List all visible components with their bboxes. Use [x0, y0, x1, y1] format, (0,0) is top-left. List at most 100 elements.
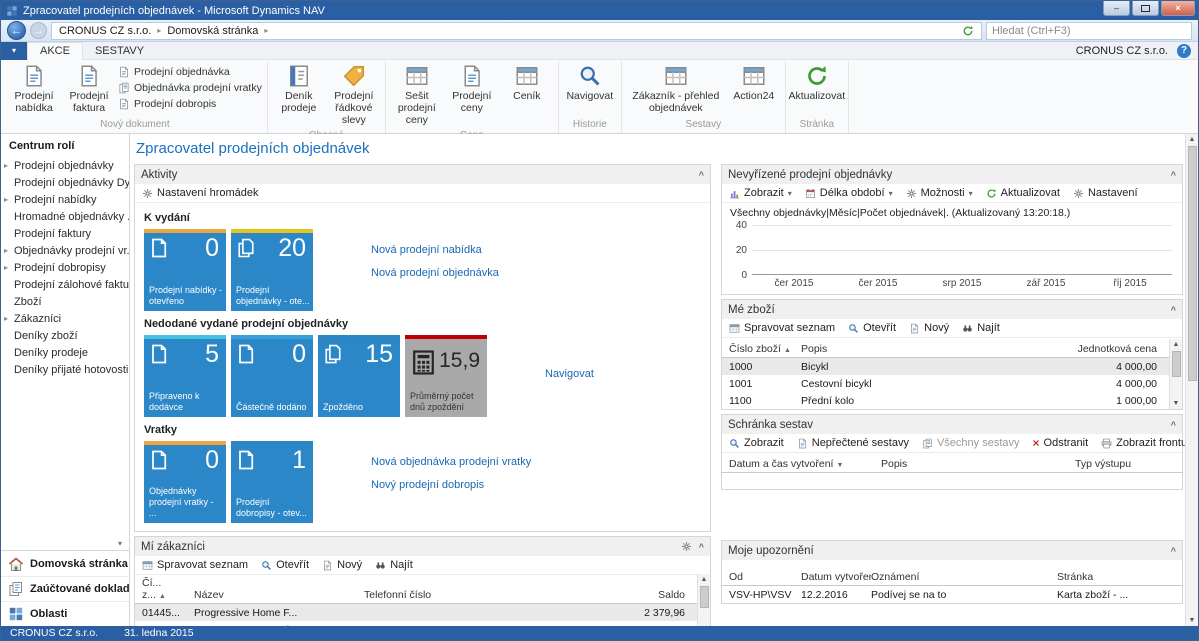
open-button[interactable]: Otevřít: [848, 322, 896, 334]
sidebar-item-prodejni-objednavky-dy[interactable]: Prodejní objednávky Dy...: [1, 174, 129, 191]
breadcrumb-company[interactable]: CRONUS CZ s.r.o.: [59, 25, 151, 37]
tile-objednavky-prodejni-vratky[interactable]: 0 Objednávky prodejní vratky - ...: [144, 441, 226, 523]
button-denik-prodeje[interactable]: Deník prodeje: [273, 62, 325, 117]
forward-button[interactable]: →: [30, 22, 47, 39]
tile-castecne-dodano[interactable]: 0 Částečně dodáno: [231, 335, 313, 417]
show-report-button[interactable]: Zobrazit: [729, 437, 784, 449]
open-button[interactable]: Otevřít: [261, 559, 309, 571]
sidebar-item-prodejni-faktury[interactable]: Prodejní faktury: [1, 225, 129, 242]
sidebar-item-deniky-prijate-hotovosti[interactable]: Deníky přijaté hotovosti: [1, 361, 129, 378]
column-description[interactable]: Popis: [801, 343, 1063, 355]
collapse-icon[interactable]: ^: [699, 170, 704, 180]
collapse-icon[interactable]: ^: [1171, 420, 1176, 430]
button-sesit-prodejni-ceny[interactable]: Sešit prodejní ceny: [391, 62, 443, 128]
scrollbar-thumb[interactable]: [1172, 351, 1181, 377]
settings-button[interactable]: Nastavení: [1073, 187, 1138, 199]
manage-list-button[interactable]: Spravovat seznam: [729, 322, 835, 334]
link-nova-objednavka-prodejni-vratky[interactable]: Nová objednávka prodejní vratky: [371, 456, 531, 468]
find-button[interactable]: Najít: [375, 559, 413, 571]
sidebar-item-deniky-prodeje[interactable]: Deníky prodeje: [1, 344, 129, 361]
button-aktualizovat[interactable]: Aktualizovat: [791, 62, 843, 105]
button-cenik[interactable]: Ceník: [501, 62, 553, 105]
tile-prumerny-pocet-dnu-zpozdeni[interactable]: 15,9 Průměrný počet dnů zpoždění: [405, 335, 487, 417]
column-created-date[interactable]: Datum vytvoření: [801, 571, 871, 583]
link-novy-prodejni-dobropis[interactable]: Nový prodejní dobropis: [371, 479, 531, 491]
sidebar-item-zakaznici[interactable]: Zákazníci: [1, 310, 129, 327]
sidebar-item-deniky-zbozi[interactable]: Deníky zboží: [1, 327, 129, 344]
column-phone[interactable]: Telefonní číslo: [364, 589, 452, 601]
unread-reports-button[interactable]: Nepřečtené sestavy: [797, 437, 909, 449]
button-prodejni-dobropis[interactable]: Prodejní dobropis: [118, 98, 262, 110]
close-button[interactable]: ×: [1161, 1, 1195, 16]
link-navigovat[interactable]: Navigovat: [545, 368, 594, 380]
tile-pripraveno-k-dodavce[interactable]: 5 Připraveno k dodávce: [144, 335, 226, 417]
help-button[interactable]: ?: [1177, 44, 1191, 58]
column-description[interactable]: Popis: [881, 458, 1075, 470]
item-row[interactable]: 1000 Bicykl 4 000,00: [722, 358, 1182, 375]
tab-sestavy[interactable]: SESTAVY: [83, 42, 156, 60]
refresh-chart-button[interactable]: Aktualizovat: [986, 187, 1060, 199]
minimize-button[interactable]: –: [1103, 1, 1130, 16]
button-prodejni-ceny[interactable]: Prodejní ceny: [446, 62, 498, 117]
collapse-icon[interactable]: ^: [1171, 546, 1176, 556]
customer-row[interactable]: 01445... Progressive Home F... 2 379,96: [135, 604, 710, 621]
scroll-up-icon[interactable]: ▲: [1173, 339, 1180, 350]
customers-scrollbar[interactable]: ▲: [697, 574, 710, 626]
tab-akce[interactable]: AKCE: [27, 42, 83, 60]
button-navigovat[interactable]: Navigovat: [564, 62, 616, 105]
back-button[interactable]: ←: [7, 21, 26, 40]
breadcrumb-page[interactable]: Domovská stránka: [167, 25, 258, 37]
sidebar-item-zauctovane-doklady[interactable]: Zaúčtované doklady: [1, 576, 129, 601]
column-output-type[interactable]: Typ výstupu: [1075, 458, 1175, 470]
sidebar-item-prodejni-dobropisy[interactable]: Prodejní dobropisy: [1, 259, 129, 276]
tile-prodejni-nabidky-otevreno[interactable]: 0 Prodejní nabídky - otevřeno: [144, 229, 226, 311]
button-action24[interactable]: Action24: [728, 62, 780, 105]
button-prodejni-faktura[interactable]: Prodejní faktura: [63, 62, 115, 117]
scroll-down-icon[interactable]: ▼: [1189, 615, 1196, 626]
scrollbar-thumb[interactable]: [1188, 146, 1197, 381]
sidebar-item-zbozi[interactable]: Zboží: [1, 293, 129, 310]
manage-list-button[interactable]: Spravovat seznam: [142, 559, 248, 571]
show-chart-button[interactable]: Zobrazit: [729, 187, 792, 199]
button-prodejni-radkove-slevy[interactable]: Prodejní řádkové slevy: [328, 62, 380, 128]
search-input[interactable]: [992, 25, 1186, 37]
column-item-no[interactable]: Číslo zboží▲: [729, 343, 801, 355]
item-row[interactable]: 1001 Cestovní bicykl 4 000,00: [722, 375, 1182, 392]
find-button[interactable]: Najít: [962, 322, 1000, 334]
sidebar-item-objednavky-prodejni-vratky[interactable]: Objednávky prodejní vr...: [1, 242, 129, 259]
scroll-up-icon[interactable]: ▲: [701, 574, 708, 585]
new-button[interactable]: Nový: [909, 322, 949, 334]
collapse-icon[interactable]: ^: [699, 542, 704, 552]
collapse-icon[interactable]: ^: [1171, 305, 1176, 315]
column-created-datetime[interactable]: Datum a čas vytvoření▼: [729, 458, 881, 470]
button-objednavka-prodejni-vratky[interactable]: Objednávka prodejní vratky: [118, 82, 262, 94]
sidebar-item-prodejni-objednavky[interactable]: Prodejní objednávky: [1, 157, 129, 174]
main-scrollbar[interactable]: ▲ ▼: [1185, 134, 1198, 626]
items-scrollbar[interactable]: ▲ ▼: [1169, 339, 1182, 409]
setup-cues-button[interactable]: Nastavení hromádek: [142, 187, 259, 199]
maximize-button[interactable]: [1132, 1, 1159, 16]
tile-prodejni-dobropisy-otevrene[interactable]: 1 Prodejní dobropisy - otev...: [231, 441, 313, 523]
column-saldo[interactable]: Saldo: [452, 589, 703, 601]
column-customer-no[interactable]: Čí... z...▲: [142, 577, 194, 601]
personalize-gear-icon[interactable]: [681, 541, 692, 552]
sidebar-item-domovska-stranka[interactable]: Domovská stránka: [1, 551, 129, 576]
link-nova-prodejni-objednavka[interactable]: Nová prodejní objednávka: [371, 267, 499, 279]
new-button[interactable]: Nový: [322, 559, 362, 571]
button-prodejni-nabidka[interactable]: Prodejní nabídka: [8, 62, 60, 117]
options-button[interactable]: Možnosti: [906, 187, 973, 199]
show-queue-button[interactable]: Zobrazit frontu: [1101, 437, 1185, 449]
tile-zpozdeno[interactable]: 15 Zpožděno: [318, 335, 400, 417]
button-zakaznik-prehled-objednavek[interactable]: Zákazník - přehled objednávek: [627, 62, 725, 117]
button-prodejni-objednavka[interactable]: Prodejní objednávka: [118, 66, 262, 78]
app-menu-button[interactable]: ▾: [1, 42, 27, 60]
column-name[interactable]: Název: [194, 589, 364, 601]
refresh-icon[interactable]: [962, 25, 974, 37]
delete-button[interactable]: ×Odstranit: [1033, 437, 1089, 449]
sidebar-item-prodejni-nabidky[interactable]: Prodejní nabídky: [1, 191, 129, 208]
item-row[interactable]: 1100 Přední kolo 1 000,00: [722, 392, 1182, 409]
sidebar-item-oblasti[interactable]: Oblasti: [1, 601, 129, 626]
tile-prodejni-objednavky-otevrene[interactable]: 20 Prodejní objednávky - ote...: [231, 229, 313, 311]
column-from[interactable]: Od: [729, 571, 801, 583]
column-unit-price[interactable]: Jednotková cena: [1063, 343, 1175, 355]
